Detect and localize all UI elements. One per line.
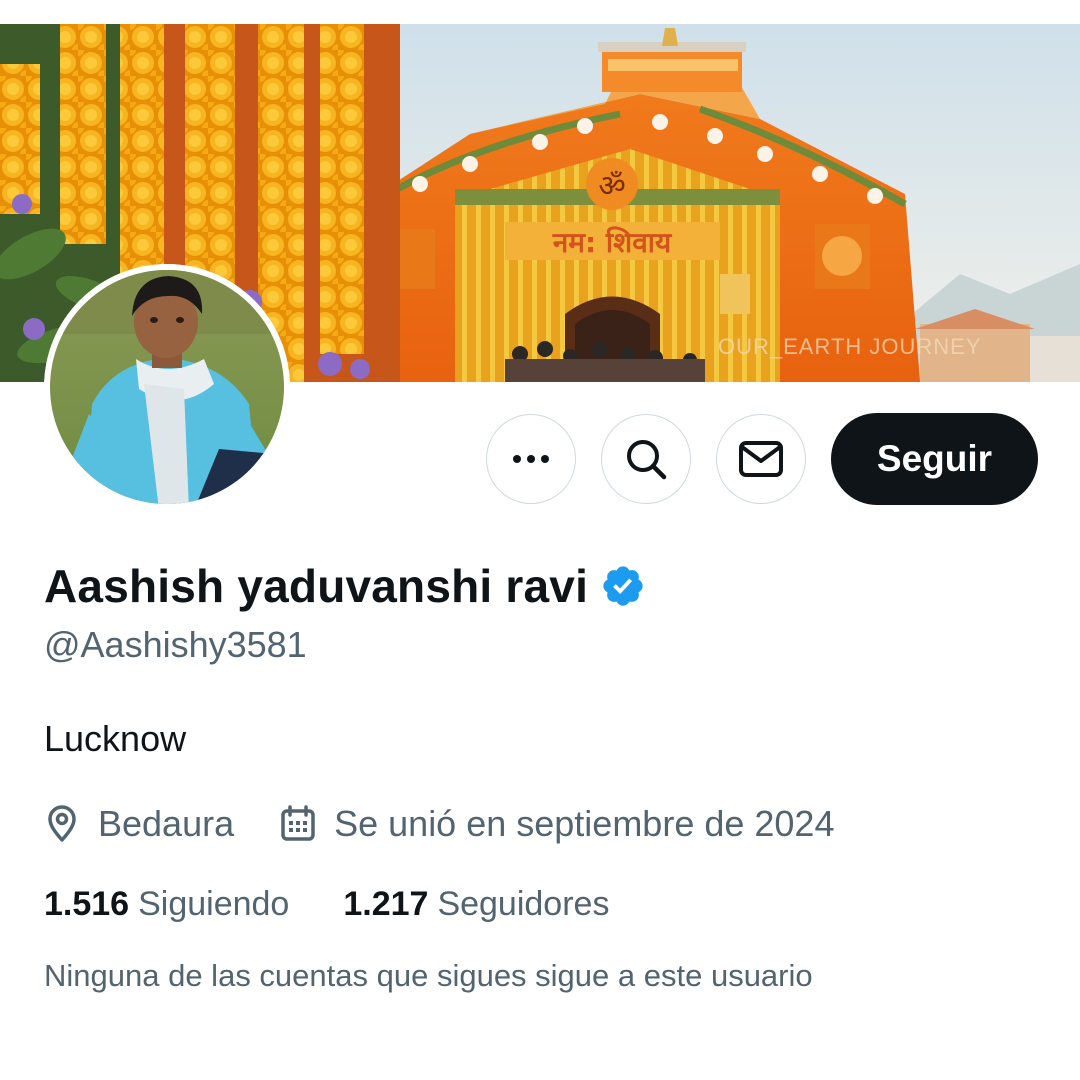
location-text: Bedaura <box>98 803 235 844</box>
location-pin-icon <box>48 805 76 842</box>
follow-button[interactable]: Seguir <box>831 413 1038 505</box>
profile-page: ॐ नम: शिवाय OUR_EARTH JOURNEY Seguir Aas… <box>0 0 1080 1080</box>
join-date-text: Se unió en septiembre de 2024 <box>334 803 835 844</box>
user-handle: @Aashishy3581 <box>44 624 307 665</box>
followers-you-know-note: Ninguna de las cuentas que sigues sigue … <box>44 958 813 993</box>
following-link[interactable]: 1.516 Siguiendo <box>44 885 289 924</box>
followers-count: 1.217 <box>343 884 429 923</box>
avatar[interactable] <box>44 264 290 510</box>
search-icon <box>627 440 667 480</box>
following-label: Siguiendo <box>138 884 290 923</box>
calendar-icon <box>281 805 315 841</box>
name-row: Aashish yaduvanshi ravi <box>44 556 646 616</box>
avatar-photo <box>44 264 290 510</box>
followers-link[interactable]: 1.217 Seguidores <box>343 885 609 924</box>
banner-watermark: OUR_EARTH JOURNEY <box>718 334 982 359</box>
top-strip <box>0 0 1080 24</box>
display-name: Aashish yaduvanshi ravi <box>44 560 589 612</box>
bio: Lucknow <box>44 718 187 759</box>
join-date-item: Se unió en septiembre de 2024 <box>280 803 834 845</box>
following-count: 1.516 <box>44 884 130 923</box>
profile-meta: Bedaura Se unió en septiembre de 2024 <box>44 800 834 848</box>
follow-stats: 1.516 Siguiendo 1.217 Seguidores <box>44 880 609 928</box>
location-item: Bedaura <box>44 803 234 845</box>
verified-badge-icon[interactable] <box>600 563 646 609</box>
message-button[interactable] <box>716 414 806 504</box>
search-profile-button[interactable] <box>601 414 691 504</box>
svg-text:ॐ: ॐ <box>598 169 625 204</box>
envelope-icon <box>739 441 783 477</box>
more-options-button[interactable] <box>486 414 576 504</box>
banner-sign-text: नम: शिवाय <box>552 226 673 259</box>
followers-label: Seguidores <box>437 884 610 923</box>
more-horizontal-icon <box>513 455 549 463</box>
